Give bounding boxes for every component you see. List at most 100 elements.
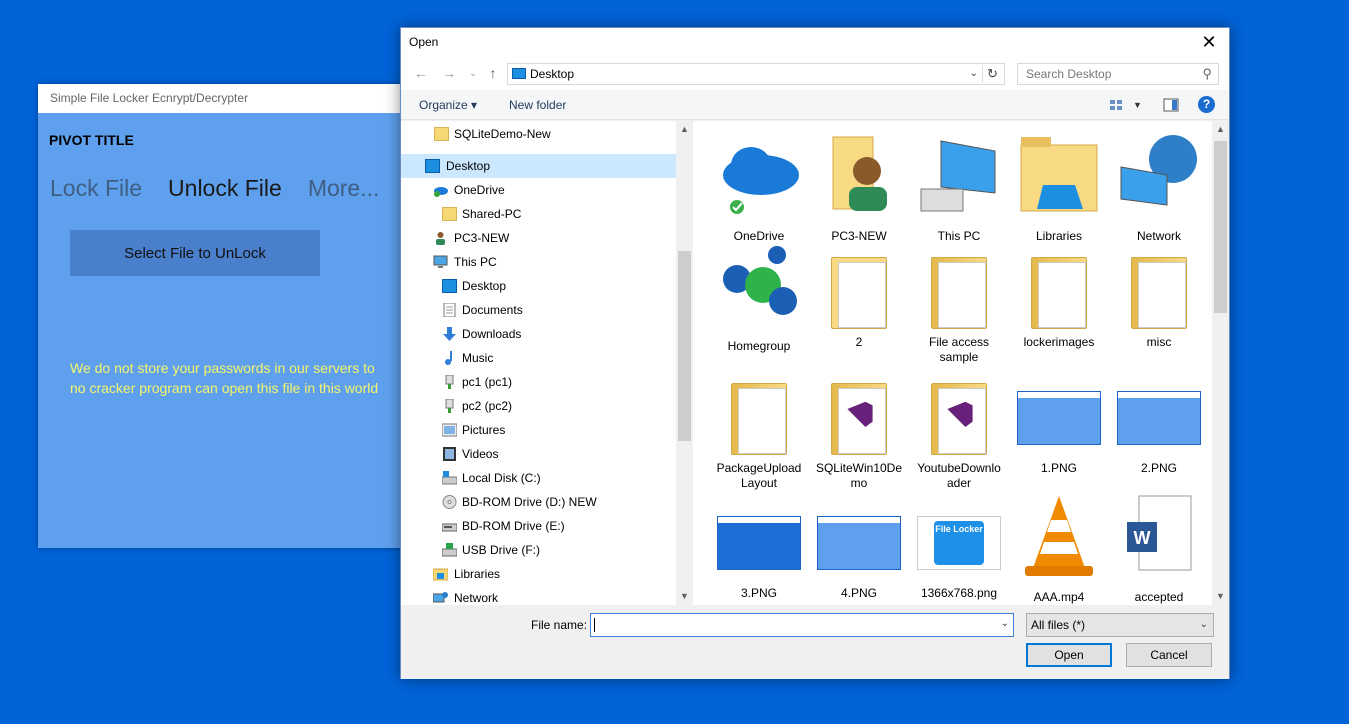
nav-item-label: pc1 (pc1) <box>462 375 513 389</box>
nav-item-network[interactable]: Network <box>401 586 676 605</box>
pc-icon <box>433 255 448 268</box>
word-doc-icon: W <box>1127 495 1192 571</box>
nav-item-label: Desktop <box>446 159 491 173</box>
nav-item-label: BD-ROM Drive (D:) NEW <box>462 495 597 509</box>
up-arrow-icon[interactable]: ↑ <box>483 63 503 83</box>
folder-icon <box>434 127 449 141</box>
nav-item-videos[interactable]: Videos <box>401 442 676 466</box>
view-dropdown-icon[interactable]: ▼ <box>1133 90 1142 120</box>
nav-item-pictures[interactable]: Pictures <box>401 418 676 442</box>
file-item-this-pc[interactable]: This PC <box>911 133 1007 244</box>
file-item-sqlitewin10demo[interactable]: SQLiteWin10De mo <box>811 369 907 491</box>
file-locker-window: Simple File Locker Ecnrypt/Decrypter PIV… <box>38 84 418 548</box>
file-scroll-thumb[interactable] <box>1214 141 1227 313</box>
tab-more[interactable]: More... <box>308 175 380 202</box>
tab-lock-file[interactable]: Lock File <box>50 175 142 202</box>
dialog-footer: File name: ⌄ All files (*) ⌄ Open Cancel <box>401 605 1229 679</box>
file-item-file-access-sample[interactable]: File access sample <box>911 243 1007 365</box>
organize-button[interactable]: Organize ▾ <box>419 90 477 120</box>
nav-item-pc3-new[interactable]: PC3-NEW <box>401 226 676 250</box>
file-name-label: File name: <box>531 618 588 632</box>
nav-item-sqlitedemo-new[interactable]: SQLiteDemo-New <box>401 122 676 146</box>
file-item-3-png[interactable]: 3.PNG <box>711 494 807 601</box>
nav-item-downloads[interactable]: Downloads <box>401 322 676 346</box>
chevron-down-icon[interactable]: ⌄ <box>970 64 978 84</box>
chevron-down-icon[interactable]: ⌄ <box>1001 618 1009 629</box>
forward-arrow-icon[interactable]: → <box>439 63 459 83</box>
file-item-network[interactable]: Network <box>1111 133 1207 244</box>
nav-item-desktop-2[interactable]: Desktop <box>401 274 676 298</box>
file-item-1-png[interactable]: 1.PNG <box>1011 369 1107 476</box>
nav-item-usb-drive-f[interactable]: USB Drive (F:) <box>401 538 676 562</box>
file-item-homegroup[interactable]: Homegroup <box>711 243 807 354</box>
preview-pane-icon[interactable] <box>1163 98 1179 112</box>
file-item-2[interactable]: 2 <box>811 243 907 350</box>
homegroup-icon <box>723 246 797 315</box>
nav-item-desktop[interactable]: Desktop <box>401 154 676 178</box>
change-view-icon[interactable] <box>1109 98 1125 112</box>
image-thumbnail: File Locker <box>917 516 1001 570</box>
file-label: 2 <box>855 335 863 349</box>
close-icon[interactable]: ✕ <box>1197 30 1221 54</box>
file-label: SQLiteWin10De mo <box>815 461 903 490</box>
file-label: OneDrive <box>733 229 785 243</box>
search-input[interactable]: Search Desktop ⚲ <box>1017 63 1219 85</box>
nav-scroll-thumb[interactable] <box>678 251 691 441</box>
chevron-down-icon[interactable]: ⌄ <box>1200 614 1208 636</box>
file-item-aaa-mp4[interactable]: AAA.mp4 <box>1011 494 1107 605</box>
address-field[interactable]: Desktop ⌄ ↻ <box>507 63 1005 85</box>
file-item-accepted-duas-docx[interactable]: W accepted duas.docx <box>1111 494 1207 605</box>
nav-item-local-disk-c[interactable]: Local Disk (C:) <box>401 466 676 490</box>
nav-item-music[interactable]: Music <box>401 346 676 370</box>
pivot-title: PIVOT TITLE <box>49 132 134 148</box>
nav-item-label: SQLiteDemo-New <box>454 127 551 141</box>
nav-item-libraries[interactable]: Libraries <box>401 562 676 586</box>
address-bar-row: ← → ⌄ ↑ Desktop ⌄ ↻ Search Desktop ⚲ <box>401 56 1229 90</box>
file-item-2-png[interactable]: 2.PNG <box>1111 369 1207 476</box>
tab-unlock-file[interactable]: Unlock File <box>168 175 282 202</box>
user-folder-icon <box>832 136 887 211</box>
refresh-icon[interactable]: ↻ <box>982 65 1002 83</box>
file-item-pc3-new[interactable]: PC3-NEW <box>811 133 907 244</box>
nav-item-bd-rom-d[interactable]: BD-ROM Drive (D:) NEW <box>401 490 676 514</box>
scroll-up-arrow-icon[interactable]: ▲ <box>1212 121 1229 138</box>
file-item-1366x768-png[interactable]: File Locker 1366x768.png <box>911 494 1007 601</box>
help-icon[interactable]: ? <box>1198 96 1215 113</box>
file-item-misc[interactable]: misc <box>1111 243 1207 350</box>
file-label: This PC <box>937 229 981 243</box>
open-button[interactable]: Open <box>1026 643 1112 667</box>
nav-item-pc1[interactable]: pc1 (pc1) <box>401 370 676 394</box>
download-icon <box>443 327 456 341</box>
file-item-4-png[interactable]: 4.PNG <box>811 494 907 601</box>
file-label: 4.PNG <box>840 586 877 600</box>
nav-item-documents[interactable]: Documents <box>401 298 676 322</box>
nav-item-this-pc[interactable]: This PC <box>401 250 676 274</box>
nav-item-onedrive[interactable]: OneDrive <box>401 178 676 202</box>
file-item-libraries[interactable]: Libraries <box>1011 133 1107 244</box>
svg-text:W: W <box>1134 528 1151 548</box>
select-file-to-unlock-button[interactable]: Select File to UnLock <box>70 230 320 276</box>
network-drive-icon <box>445 375 454 389</box>
recent-dropdown-icon[interactable]: ⌄ <box>463 63 483 83</box>
file-type-select[interactable]: All files (*) ⌄ <box>1026 613 1214 637</box>
nav-pane-scrollbar[interactable]: ▲ ▼ <box>676 121 693 605</box>
dialog-title: Open <box>409 35 439 49</box>
file-item-packageuploadlayout[interactable]: PackageUpload Layout <box>711 369 807 491</box>
scroll-up-arrow-icon[interactable]: ▲ <box>676 121 693 138</box>
scroll-down-arrow-icon[interactable]: ▼ <box>1212 588 1229 605</box>
scroll-down-arrow-icon[interactable]: ▼ <box>676 588 693 605</box>
nav-item-shared-pc[interactable]: Shared-PC <box>401 202 676 226</box>
file-pane-scrollbar[interactable]: ▲ ▼ <box>1212 121 1229 605</box>
file-item-onedrive[interactable]: OneDrive <box>711 133 807 244</box>
new-folder-button[interactable]: New folder <box>509 90 566 120</box>
file-item-youtubedownloader[interactable]: YoutubeDownlo ader <box>911 369 1007 491</box>
shared-folder-icon <box>442 207 457 221</box>
nav-item-pc2[interactable]: pc2 (pc2) <box>401 394 676 418</box>
user-icon <box>436 232 445 245</box>
file-name-input[interactable]: ⌄ <box>590 613 1014 637</box>
cancel-button[interactable]: Cancel <box>1126 643 1212 667</box>
app-titlebar: Simple File Locker Ecnrypt/Decrypter <box>38 84 418 113</box>
back-arrow-icon[interactable]: ← <box>411 63 431 83</box>
file-item-lockerimages[interactable]: lockerimages <box>1011 243 1107 350</box>
nav-item-bd-rom-e[interactable]: BD-ROM Drive (E:) <box>401 514 676 538</box>
